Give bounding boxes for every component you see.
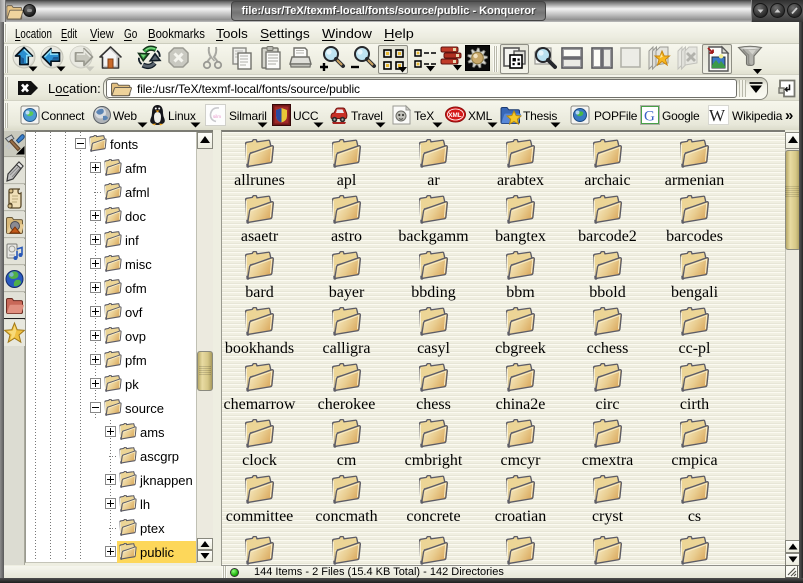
- svg-text:silm: silm: [213, 114, 221, 119]
- svg-text:W: W: [709, 106, 726, 125]
- svg-text:XML: XML: [448, 112, 462, 119]
- svg-text:G: G: [644, 109, 655, 125]
